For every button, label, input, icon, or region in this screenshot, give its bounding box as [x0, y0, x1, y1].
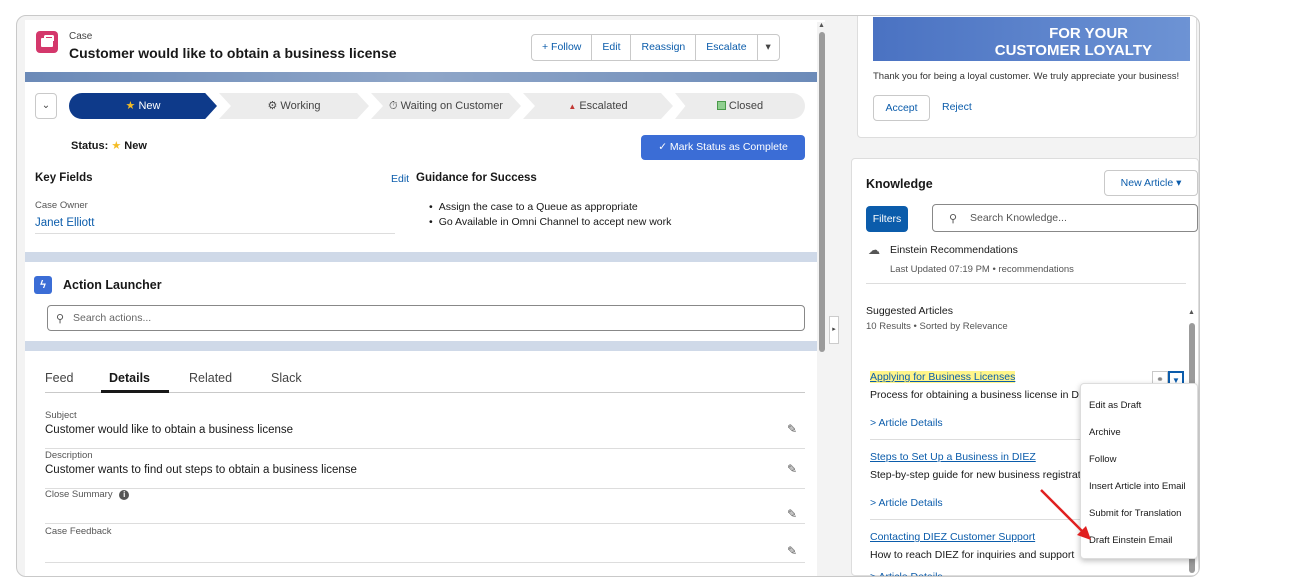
article-actions-menu: Edit as Draft Archive Follow Insert Arti… [1080, 383, 1198, 559]
tab-details[interactable]: Details [109, 371, 150, 385]
current-status: Status: ★ New [71, 140, 147, 152]
loyalty-card: FOR YOUR CUSTOMER LOYALTY Thank you for … [857, 16, 1197, 138]
path-stage-waiting[interactable]: ⏱ Waiting on Customer [371, 93, 521, 119]
menu-item-edit-as-draft[interactable]: Edit as Draft [1089, 400, 1141, 411]
pencil-icon[interactable]: ✎ [787, 507, 797, 521]
case-owner-link[interactable]: Janet Elliott [35, 217, 94, 229]
article-description: How to reach DIEZ for inquiries and supp… [870, 549, 1075, 561]
escalate-button[interactable]: Escalate [696, 35, 758, 60]
guidance-item: Go Available in Omni Channel to accept n… [429, 215, 672, 230]
reject-link[interactable]: Reject [942, 101, 972, 113]
article-title-link[interactable]: Applying for Business Licenses [870, 371, 1016, 383]
pencil-icon[interactable]: ✎ [787, 422, 797, 436]
section-band [25, 341, 825, 351]
key-fields-title: Key Fields [35, 172, 93, 184]
loyalty-banner: FOR YOUR CUSTOMER LOYALTY [873, 17, 1190, 61]
divider [35, 233, 395, 234]
status-path: ⌄ ★ New ⚙ Working ⏱ Waiting on Customer … [35, 93, 805, 119]
menu-item-draft-einstein-email[interactable]: Draft Einstein Email [1089, 535, 1172, 546]
knowledge-card: Knowledge New Article ▾ Filters ⚲ Search… [851, 158, 1199, 576]
menu-item-insert-into-email[interactable]: Insert Article into Email [1089, 481, 1186, 492]
new-article-button[interactable]: New Article ▾ [1104, 170, 1198, 196]
filters-button[interactable]: Filters [866, 206, 908, 232]
einstein-icon: ☁ [868, 243, 880, 257]
guidance-list: Assign the case to a Queue as appropriat… [429, 200, 672, 230]
path-stage-closed[interactable]: Closed [675, 93, 805, 119]
edit-button[interactable]: Edit [592, 35, 632, 60]
tab-slack[interactable]: Slack [271, 371, 302, 385]
description-field: Description Customer wants to find out s… [45, 450, 805, 489]
active-tab-indicator [101, 390, 169, 393]
subject-field: Subject Customer would like to obtain a … [45, 410, 805, 449]
left-scrollbar[interactable]: ▲ [817, 22, 827, 576]
pencil-icon[interactable]: ✎ [787, 462, 797, 476]
article-description: Process for obtaining a business license… [870, 389, 1080, 401]
record-tabs: Feed Details Related Slack [45, 365, 805, 393]
knowledge-title: Knowledge [866, 177, 933, 191]
star-icon: ★ [111, 140, 122, 152]
path-stage-escalated[interactable]: ▲ Escalated [523, 93, 673, 119]
search-icon: ⚲ [56, 313, 65, 325]
more-actions-button[interactable]: ▾ [758, 35, 779, 60]
suggested-articles-count: 10 Results • Sorted by Relevance [866, 321, 1008, 332]
menu-item-follow[interactable]: Follow [1089, 454, 1116, 465]
collapse-panel-button[interactable]: ▸ [829, 316, 839, 344]
mark-status-complete-button[interactable]: ✓ Mark Status as Complete [641, 135, 805, 160]
warning-icon: ▲ [568, 102, 577, 111]
section-band [25, 252, 825, 262]
record-title: Customer would like to obtain a business… [69, 45, 397, 61]
guidance-title: Guidance for Success [416, 172, 537, 184]
article-details-link[interactable]: > Article Details [870, 571, 1170, 576]
article-title-link[interactable]: Steps to Set Up a Business in DIEZ [870, 451, 1036, 463]
case-feedback-field: Case Feedback ✎ [45, 526, 805, 566]
action-launcher-title: Action Launcher [63, 278, 162, 292]
accept-button[interactable]: Accept [873, 95, 930, 121]
loyalty-message: Thank you for being a loyal customer. We… [873, 71, 1180, 82]
case-record-panel: Case Customer would like to obtain a bus… [25, 20, 825, 576]
article-description: Step-by-step guide for new business regi… [870, 469, 1080, 481]
lightning-icon: ϟ [34, 276, 52, 294]
key-fields-edit-link[interactable]: Edit [391, 173, 409, 185]
gear-icon: ⚙ [267, 100, 278, 112]
stopwatch-icon: ⏱ [389, 100, 398, 112]
follow-button[interactable]: + Follow [532, 35, 593, 60]
header-actions: + Follow Edit Reassign Escalate ▾ [531, 34, 780, 61]
record-header: Case Customer would like to obtain a bus… [25, 20, 825, 76]
header-band [25, 72, 825, 82]
path-toggle-button[interactable]: ⌄ [35, 93, 57, 119]
annotation-arrow-icon [1040, 489, 1091, 540]
tab-feed[interactable]: Feed [45, 371, 74, 385]
app-frame: Case Customer would like to obtain a bus… [16, 15, 1200, 577]
action-search-input[interactable]: ⚲ Search actions... [47, 305, 805, 331]
pencil-icon[interactable]: ✎ [787, 544, 797, 558]
case-icon [36, 31, 58, 53]
divider [866, 283, 1186, 284]
suggested-articles-title: Suggested Articles [866, 305, 953, 317]
einstein-subtitle: Last Updated 07:19 PM • recommendations [890, 264, 1074, 275]
einstein-title: Einstein Recommendations [890, 244, 1018, 256]
article-title-link[interactable]: Contacting DIEZ Customer Support [870, 531, 1035, 543]
path-stage-new[interactable]: ★ New [69, 93, 217, 119]
scrollbar-thumb[interactable] [819, 32, 825, 352]
close-summary-field: Close Summary i ✎ [45, 489, 805, 524]
guidance-item: Assign the case to a Queue as appropriat… [429, 200, 671, 215]
case-owner-label: Case Owner [35, 200, 88, 211]
reassign-button[interactable]: Reassign [631, 35, 697, 60]
star-icon: ★ [125, 100, 136, 112]
path-stage-working[interactable]: ⚙ Working [219, 93, 369, 119]
info-icon[interactable]: i [119, 490, 130, 500]
knowledge-search-input[interactable]: ⚲ Search Knowledge... [932, 204, 1198, 232]
tab-related[interactable]: Related [189, 371, 232, 385]
object-type: Case [69, 31, 93, 42]
menu-item-archive[interactable]: Archive [1089, 427, 1121, 438]
search-icon: ⚲ [949, 213, 958, 225]
checkbox-icon [716, 101, 726, 110]
menu-item-submit-translation[interactable]: Submit for Translation [1089, 508, 1181, 519]
